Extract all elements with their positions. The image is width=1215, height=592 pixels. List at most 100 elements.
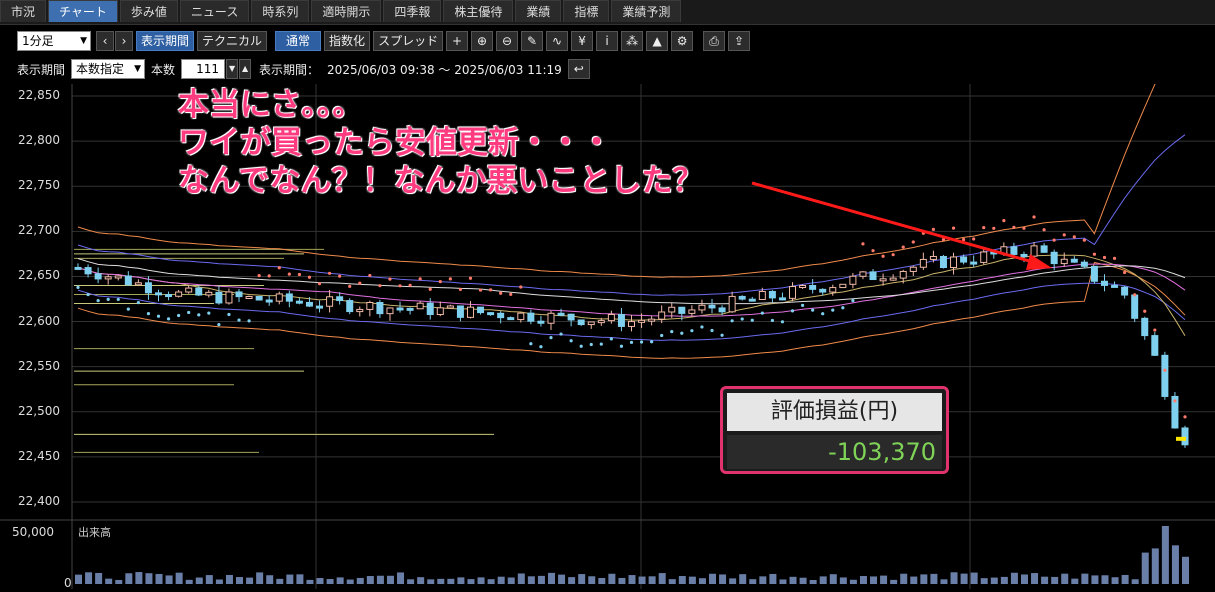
normal-button[interactable]: 通常 — [275, 31, 322, 51]
tab-shikiho[interactable]: 四季報 — [383, 0, 442, 22]
sar-dot — [247, 319, 251, 323]
volume-bar — [960, 573, 968, 584]
candle-body — [909, 266, 917, 272]
sar-dot — [831, 308, 835, 312]
range-value: 2025/06/03 09:38 ～ 2025/06/03 11:19 — [327, 62, 562, 77]
count-up-icon[interactable]: ▲ — [239, 59, 252, 79]
sar-dot — [700, 325, 704, 329]
volume-bar — [185, 579, 193, 584]
pen-icon[interactable]: ✎ — [521, 31, 544, 51]
candle-body — [1161, 354, 1169, 397]
prev-button[interactable]: ‹ — [96, 31, 114, 51]
candle-body — [507, 317, 515, 321]
spread-button[interactable]: スプレッド — [373, 31, 444, 51]
volume-bar — [1091, 575, 1099, 584]
sar-dot — [368, 273, 372, 278]
volume-bar — [1081, 573, 1089, 584]
candle-body — [255, 295, 263, 301]
sar-dot — [901, 245, 905, 249]
candle-body — [1060, 258, 1068, 265]
count-input[interactable]: 111 — [181, 59, 226, 79]
candle-body — [950, 256, 958, 269]
crosshair-icon[interactable]: + — [446, 31, 469, 51]
count-down-icon[interactable]: ▼ — [226, 59, 239, 79]
candle-body — [185, 287, 193, 293]
volume-bar — [1041, 576, 1049, 584]
candle-body — [165, 294, 173, 298]
technical-button[interactable]: テクニカル — [197, 31, 268, 51]
volume-bar — [437, 578, 445, 584]
refresh-icon[interactable]: ↩ — [567, 59, 590, 79]
candle-body — [688, 309, 696, 314]
tab-chart[interactable]: チャート — [48, 0, 118, 22]
sar-dot — [1102, 255, 1107, 260]
candle-body — [899, 270, 907, 279]
sar-dot — [1133, 293, 1137, 297]
interval-select[interactable]: 1分足 ▼ — [17, 31, 91, 51]
tab-forecast[interactable]: 業績予測 — [611, 0, 682, 22]
print-icon[interactable]: ⎙ — [703, 31, 726, 51]
volume-bar — [890, 579, 898, 584]
area-chart-icon[interactable]: ▲ — [646, 31, 669, 51]
candle-body — [406, 307, 414, 311]
tab-market[interactable]: 市況 — [0, 0, 47, 22]
candle-body — [84, 267, 92, 275]
sar-dot — [1042, 228, 1046, 232]
period-mode-select[interactable]: 本数指定 ▼ — [71, 59, 146, 79]
next-button[interactable]: › — [115, 31, 133, 51]
export-icon[interactable]: ⇪ — [728, 31, 751, 51]
wave-icon[interactable]: ∿ — [546, 31, 569, 51]
sar-dot — [166, 317, 171, 321]
candle-body — [446, 305, 454, 309]
tab-benefits[interactable]: 株主優待 — [443, 0, 514, 22]
tab-disclosure[interactable]: 適時開示 — [311, 0, 382, 22]
count-value: 111 — [196, 62, 220, 76]
y-tick-label: 22,650 — [18, 268, 60, 282]
tab-timeseries[interactable]: 時系列 — [251, 0, 310, 22]
tab-indicators[interactable]: 指標 — [563, 0, 610, 22]
period-bar: 表示期間 本数指定 ▼ 本数 111 ▼ ▲ 表示期間： 2025/06/03 … — [0, 56, 1215, 82]
tab-performance[interactable]: 業績 — [515, 0, 562, 22]
wrench-icon[interactable]: ⚙ — [671, 31, 694, 51]
candle-body — [1151, 335, 1159, 356]
volume-bar — [1161, 526, 1169, 584]
tab-tick[interactable]: 歩み値 — [119, 0, 178, 22]
volume-bar — [115, 579, 123, 584]
sar-dot — [569, 339, 573, 343]
volume-bar — [1031, 573, 1039, 584]
candle-body — [436, 307, 444, 316]
volume-bar — [648, 576, 656, 584]
zoom-out-icon[interactable]: ⊖ — [496, 31, 519, 51]
sar-dot — [861, 242, 865, 246]
volume-bar — [638, 576, 646, 584]
volume-bar — [397, 572, 405, 584]
tab-news[interactable]: ニュース — [179, 0, 250, 22]
sar-dot — [992, 226, 996, 230]
index-button[interactable]: 指数化 — [324, 31, 371, 51]
volume-bar — [578, 574, 586, 584]
annotation-line-3: なんでなん？！なんか悪いことした？ — [178, 163, 704, 199]
y-tick-label: 22,600 — [18, 314, 60, 328]
display-period-button[interactable]: 表示期間 — [136, 31, 195, 51]
sar-dot — [730, 319, 734, 323]
zoom-in-icon[interactable]: ⊕ — [471, 31, 494, 51]
candle-body — [265, 299, 273, 303]
my-icon[interactable]: ⁂ — [621, 31, 644, 51]
volume-bar — [386, 575, 394, 584]
y-axis: 22,850 22,800 22,750 22,700 22,650 22,60… — [12, 88, 111, 590]
sar-dot — [86, 292, 90, 297]
volume-bar — [376, 575, 384, 584]
volume-bar — [618, 577, 626, 584]
candle-body — [1080, 261, 1088, 267]
volume-bar — [910, 576, 918, 584]
volume-bar — [749, 579, 757, 584]
info-icon[interactable]: i — [596, 31, 619, 51]
sar-dot — [348, 284, 352, 288]
volume-bar — [779, 579, 787, 584]
sar-dot — [277, 266, 281, 270]
yen-icon[interactable]: ¥ — [571, 31, 594, 51]
volume-bar — [95, 573, 103, 584]
candle-body — [980, 251, 988, 263]
volume-bar — [427, 579, 435, 584]
volume-bar — [970, 572, 978, 584]
